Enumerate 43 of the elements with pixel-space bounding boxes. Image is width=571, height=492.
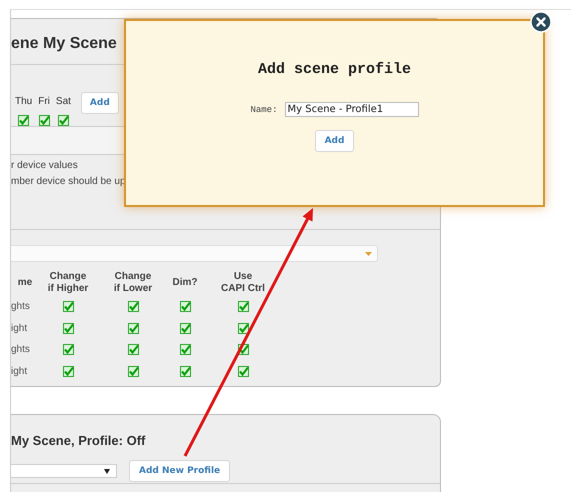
scene-title: ene My Scene [11,35,117,52]
checked-checkbox[interactable] [180,322,190,334]
profile-title: My Scene, Profile: Off [11,433,146,448]
column-header: Change if Lower [112,270,154,296]
profile-dropdown[interactable] [11,464,117,478]
checked-checkbox[interactable] [128,322,138,334]
checked-checkbox[interactable] [62,366,74,377]
checked-checkbox[interactable] [238,366,248,377]
column-header: me [16,276,34,290]
day-label: Thu [15,96,32,107]
device-name: ight [11,366,28,377]
day-label: Fri [38,96,50,107]
checked-checkbox[interactable] [62,301,74,312]
checked-checkbox[interactable] [238,301,248,312]
column-header: Change if Higher [46,270,90,296]
add-profile-button[interactable]: Add New Profile [129,460,230,482]
close-icon[interactable] [530,11,552,33]
checked-checkbox[interactable] [180,301,190,312]
caret-icon [365,252,372,256]
dialog-title: Add scene profile [258,61,412,78]
name-field[interactable]: My Scene - Profile1 [284,102,418,117]
device-name: ight [11,322,28,334]
checked-checkbox[interactable] [58,115,69,126]
device-name: ghts [11,344,30,356]
checked-checkbox[interactable] [238,322,248,334]
add-button[interactable]: Add [314,130,354,152]
checked-checkbox[interactable] [38,115,50,126]
checked-checkbox[interactable] [62,344,74,356]
device-name: ghts [11,301,30,312]
checked-checkbox[interactable] [18,115,30,126]
column-header: Dim? [172,276,198,290]
checked-checkbox[interactable] [128,301,138,312]
day-label: Sat [56,96,71,107]
add-button[interactable]: Add [80,92,119,114]
checked-checkbox[interactable] [62,322,74,334]
name-label: Name: [250,104,278,114]
column-header: Use CAPI Ctrl [220,270,266,296]
checked-checkbox[interactable] [180,344,190,356]
checked-checkbox[interactable] [128,344,138,356]
note-text: r device values [11,160,79,171]
caret-icon [104,468,110,474]
checked-checkbox[interactable] [180,366,190,377]
checked-checkbox[interactable] [128,366,138,377]
